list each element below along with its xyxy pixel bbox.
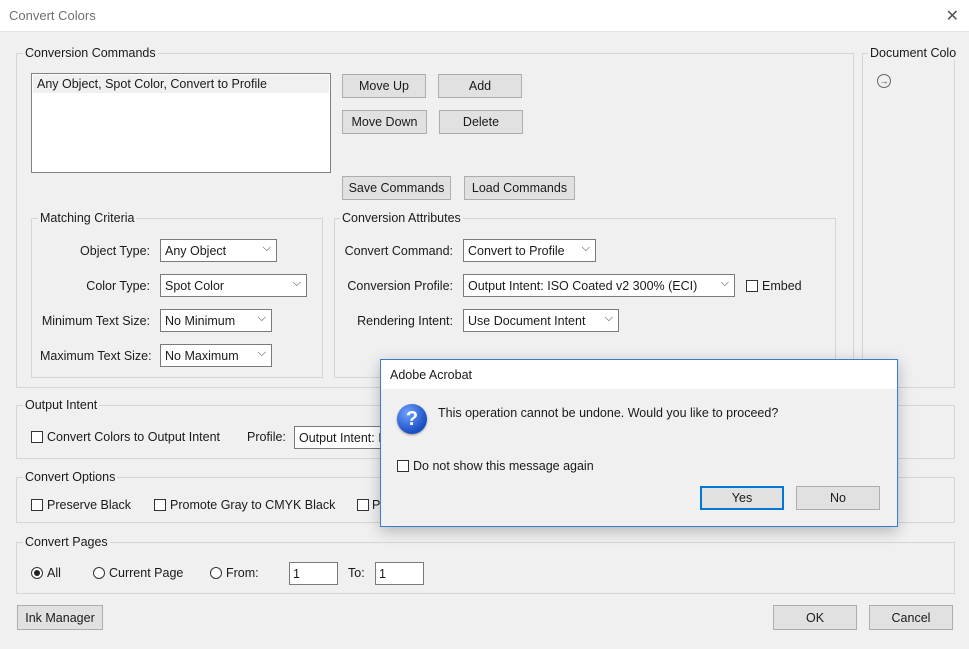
dont-show-again-label: Do not show this message again (413, 459, 594, 473)
close-icon[interactable]: ✕ (946, 6, 959, 26)
object-type-label: Object Type: (80, 244, 150, 258)
ok-button[interactable]: OK (773, 605, 857, 630)
current-page-radio[interactable] (93, 567, 105, 579)
conversion-profile-label: Conversion Profile: (347, 279, 453, 293)
rendering-intent-label: Rendering Intent: (357, 314, 453, 328)
from-label: From: (226, 566, 259, 580)
matching-criteria-label: Matching Criteria (38, 211, 137, 225)
from-page-field[interactable]: 1 (289, 562, 338, 585)
all-pages-label: All (47, 566, 61, 580)
no-button[interactable]: No (796, 486, 880, 510)
color-type-value: Spot Color (165, 278, 225, 293)
rendering-intent-value: Use Document Intent (468, 313, 586, 328)
output-profile-value: Output Intent: I (299, 430, 382, 445)
document-colors-group (862, 53, 955, 388)
from-page-value: 1 (293, 566, 300, 581)
max-text-size-value: No Maximum (165, 348, 239, 363)
third-option-checkbox[interactable] (357, 499, 369, 511)
conversion-attributes-label: Conversion Attributes (340, 211, 463, 225)
color-type-dropdown[interactable]: Spot Color ⌵ (160, 274, 307, 297)
conversion-commands-label: Conversion Commands (23, 46, 158, 60)
min-text-size-value: No Minimum (165, 313, 236, 328)
add-button[interactable]: Add (438, 74, 522, 98)
confirm-message: This operation cannot be undone. Would y… (438, 406, 779, 420)
max-text-size-label: Maximum Text Size: (40, 349, 152, 363)
yes-button[interactable]: Yes (700, 486, 784, 510)
move-up-button[interactable]: Move Up (342, 74, 426, 98)
title-bar: Convert Colors ✕ (0, 0, 969, 32)
embed-checkbox[interactable] (746, 280, 758, 292)
chevron-down-icon: ⌵ (292, 277, 301, 289)
rendering-intent-dropdown[interactable]: Use Document Intent ⌵ (463, 309, 619, 332)
convert-command-label: Convert Command: (344, 244, 453, 258)
from-radio[interactable] (210, 567, 222, 579)
list-item[interactable]: Any Object, Spot Color, Convert to Profi… (33, 75, 329, 93)
convert-command-value: Convert to Profile (468, 243, 565, 258)
max-text-size-dropdown[interactable]: No Maximum ⌵ (160, 344, 272, 367)
min-text-size-label: Minimum Text Size: (41, 314, 150, 328)
current-page-label: Current Page (109, 566, 184, 580)
preserve-black-checkbox[interactable] (31, 499, 43, 511)
preserve-black-label: Preserve Black (47, 498, 132, 512)
to-label: To: (348, 566, 365, 580)
convert-options-label: Convert Options (23, 470, 118, 484)
embed-label: Embed (762, 279, 802, 293)
load-commands-button[interactable]: Load Commands (464, 176, 575, 200)
save-commands-button[interactable]: Save Commands (342, 176, 451, 200)
to-page-field[interactable]: 1 (375, 562, 424, 585)
min-text-size-dropdown[interactable]: No Minimum ⌵ (160, 309, 272, 332)
chevron-down-icon: ⌵ (581, 242, 590, 254)
all-pages-radio[interactable] (31, 567, 43, 579)
confirm-dialog-header: Adobe Acrobat (381, 360, 897, 389)
question-icon: ? (397, 404, 427, 434)
output-profile-label: Profile: (247, 430, 286, 444)
delete-button[interactable]: Delete (439, 110, 523, 134)
convert-pages-label: Convert Pages (23, 535, 110, 549)
convert-command-dropdown[interactable]: Convert to Profile ⌵ (463, 239, 596, 262)
chevron-down-icon: ⌵ (604, 312, 613, 324)
confirm-dialog: Adobe Acrobat ? This operation cannot be… (380, 359, 898, 527)
window-title: Convert Colors (9, 8, 96, 23)
chevron-down-icon: ⌵ (257, 347, 266, 359)
chevron-down-icon: ⌵ (262, 242, 271, 254)
object-type-dropdown[interactable]: Any Object ⌵ (160, 239, 277, 262)
to-page-value: 1 (379, 566, 386, 581)
ink-manager-button[interactable]: Ink Manager (17, 605, 103, 630)
move-down-button[interactable]: Move Down (342, 110, 427, 134)
cancel-button[interactable]: Cancel (869, 605, 953, 630)
color-type-label: Color Type: (86, 279, 150, 293)
promote-gray-checkbox[interactable] (154, 499, 166, 511)
convert-to-output-intent-label: Convert Colors to Output Intent (47, 430, 221, 444)
conversion-profile-dropdown[interactable]: Output Intent: ISO Coated v2 300% (ECI) … (463, 274, 735, 297)
dont-show-again-checkbox[interactable] (397, 460, 409, 472)
convert-to-output-intent-checkbox[interactable] (31, 431, 43, 443)
commands-list[interactable]: Any Object, Spot Color, Convert to Profi… (31, 73, 331, 173)
chevron-down-icon: ⌵ (720, 277, 729, 289)
object-type-value: Any Object (165, 243, 227, 258)
conversion-profile-value: Output Intent: ISO Coated v2 300% (ECI) (468, 278, 698, 293)
document-colors-label: Document Colo (868, 46, 969, 60)
arrow-right-circle-icon[interactable]: → (877, 74, 891, 88)
chevron-down-icon: ⌵ (257, 312, 266, 324)
output-intent-label: Output Intent (23, 398, 100, 412)
confirm-dialog-title: Adobe Acrobat (390, 368, 473, 382)
promote-gray-label: Promote Gray to CMYK Black (170, 498, 336, 512)
